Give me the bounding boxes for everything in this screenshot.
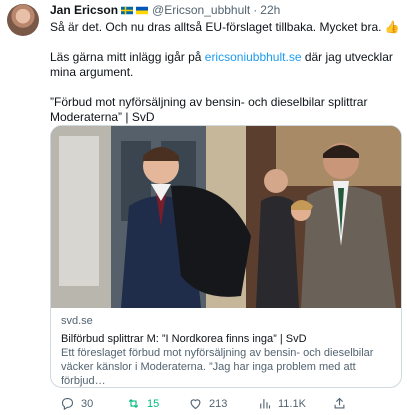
views-button[interactable]: 11.1K (257, 396, 306, 411)
heart-icon (190, 399, 201, 410)
like-button[interactable]: 213 (188, 396, 227, 411)
retweet-icon (128, 398, 139, 409)
retweet-button[interactable]: 15 (126, 396, 159, 411)
ukraine-flag-icon (136, 6, 149, 14)
tweet-line-3: ”Förbud mot nyförsäljning av bensin- och… (50, 95, 368, 124)
tweet-actions: 30 15 213 11.1K (50, 394, 402, 414)
tweet-content: Jan Ericson @Ericson_ubbhult · 22h Så är… (50, 0, 402, 388)
avatar[interactable] (7, 4, 39, 36)
tweet-text: Så är det. Och nu dras alltså EU-förslag… (50, 20, 402, 125)
author-handle[interactable]: @Ericson_ubbhult (152, 3, 250, 17)
card-description: Ett föreslaget förbud mot nyförsäljning … (61, 347, 374, 387)
retweet-count: 15 (147, 397, 160, 410)
link-card[interactable]: svd.se Bilförbud splittrar M: ”I Nordkor… (50, 125, 402, 388)
reply-count: 30 (81, 397, 94, 410)
share-icon (334, 397, 345, 409)
tweet-header: Jan Ericson @Ericson_ubbhult · 22h (50, 0, 402, 20)
sweden-flag-icon (121, 6, 134, 14)
card-meta: svd.se Bilförbud splittrar M: ”I Nordkor… (51, 308, 401, 387)
like-count: 213 (209, 397, 228, 410)
author-name[interactable]: Jan Ericson (50, 3, 118, 17)
card-title: Bilförbud splittrar M: ”I Nordkorea finn… (61, 333, 307, 345)
views-count: 11.1K (278, 397, 306, 410)
tweet-line-2: Läs gärna mitt inlägg igår på ericsoniub… (50, 50, 402, 80)
reply-button[interactable]: 30 (60, 396, 93, 411)
card-image[interactable] (51, 126, 401, 308)
card-domain: svd.se (61, 315, 93, 327)
tweet-line-1: Så är det. Och nu dras alltså EU-förslag… (50, 20, 400, 34)
tweet[interactable]: Jan Ericson @Ericson_ubbhult · 22h Så är… (0, 0, 407, 415)
tweet-time[interactable]: 22h (260, 3, 280, 17)
separator-dot: · (253, 3, 258, 17)
views-chart-icon (260, 399, 271, 409)
reply-icon (61, 397, 74, 411)
share-button[interactable] (332, 396, 353, 411)
card-photo (51, 126, 401, 308)
tweet-line-2-pre: Läs gärna mitt inlägg igår på (50, 50, 205, 64)
blog-link[interactable]: ericsoniubbhult.se (205, 50, 302, 64)
